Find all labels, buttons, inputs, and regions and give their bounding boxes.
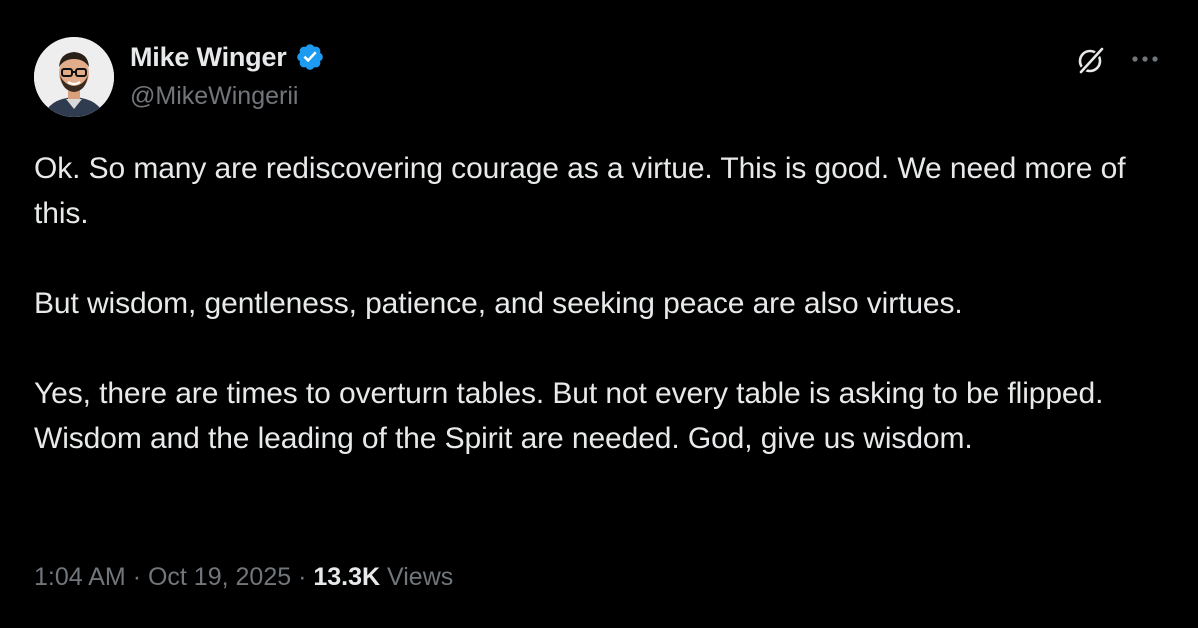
avatar[interactable]	[34, 37, 114, 117]
tweet-paragraph: Ok. So many are rediscovering courage as…	[34, 152, 1126, 230]
display-name[interactable]: Mike Winger	[130, 42, 287, 73]
tweet-time[interactable]: 1:04 AM	[34, 563, 126, 591]
tweet-paragraph: But wisdom, gentleness, patience, and se…	[34, 287, 963, 320]
grok-icon[interactable]	[1075, 44, 1107, 76]
more-options-icon[interactable]	[1128, 49, 1162, 69]
views-count[interactable]: 13.3K	[313, 563, 380, 591]
tweet-meta: 1:04 AM · Oct 19, 2025 · 13.3K Views	[34, 563, 453, 592]
meta-separator: ·	[298, 563, 307, 591]
tweet-paragraph: Yes, there are times to overturn tables.…	[34, 377, 1104, 455]
profile-photo-icon	[34, 37, 114, 117]
views-label: Views	[387, 563, 454, 591]
tweet-card: Mike Winger @MikeWingerii Ok. So many ar…	[0, 0, 1198, 628]
verified-badge-icon[interactable]	[295, 42, 325, 72]
user-handle[interactable]: @MikeWingerii	[130, 82, 325, 111]
name-row: Mike Winger	[130, 40, 325, 74]
tweet-date[interactable]: Oct 19, 2025	[148, 563, 291, 591]
tweet-text: Ok. So many are rediscovering courage as…	[34, 146, 1174, 461]
author-block: Mike Winger @MikeWingerii	[130, 40, 325, 111]
meta-separator: ·	[132, 563, 142, 591]
